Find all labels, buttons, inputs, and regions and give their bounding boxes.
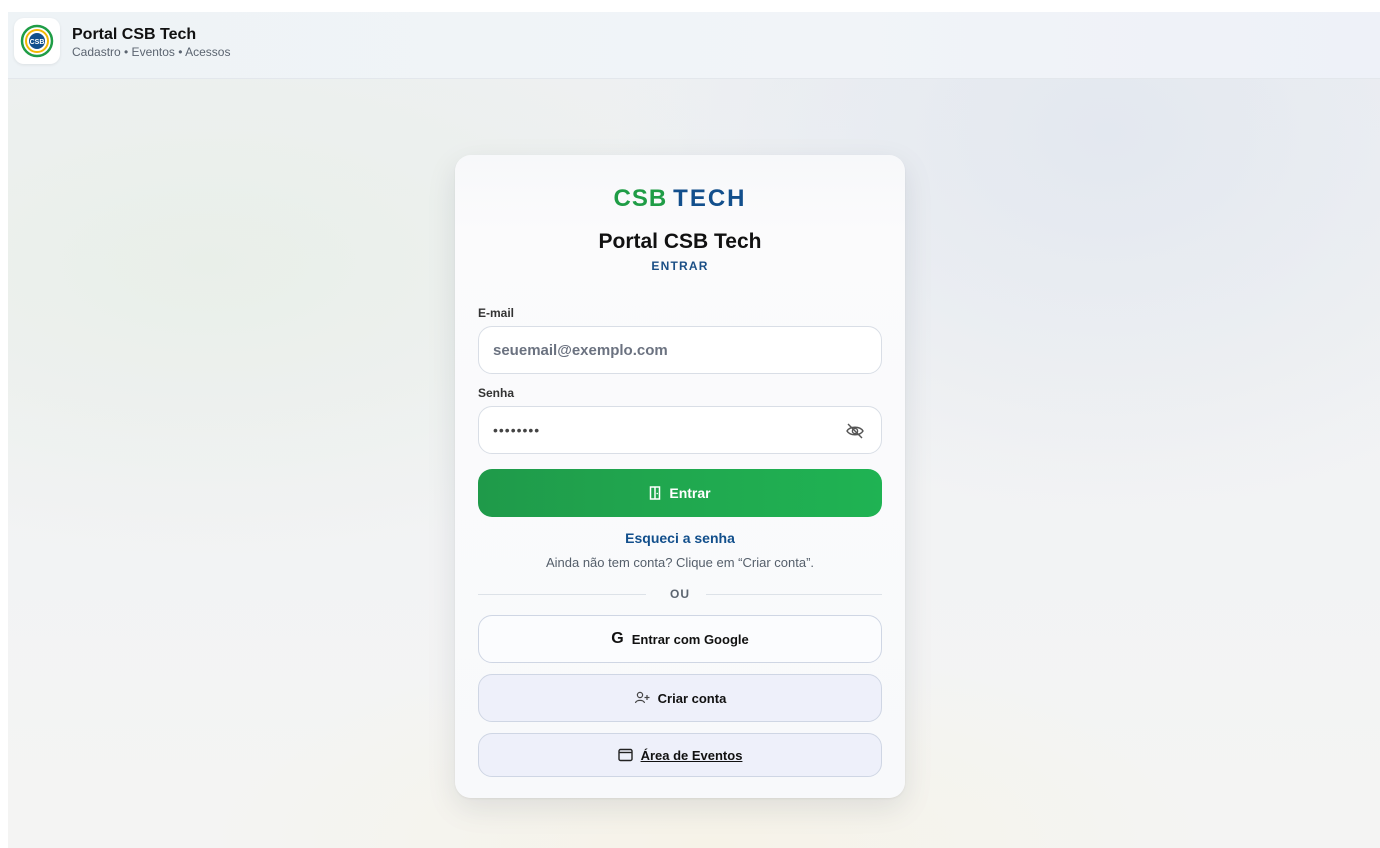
password-value: •••••••• (493, 422, 541, 438)
email-label: E-mail (478, 306, 515, 320)
app-logo[interactable]: CSB (14, 18, 60, 64)
email-field[interactable]: seuemail@exemplo.com (478, 326, 882, 374)
events-area-button[interactable]: Área de Eventos (478, 733, 882, 777)
or-divider: OU (478, 587, 882, 603)
app-subtitle: Cadastro • Eventos • Acessos (72, 45, 231, 59)
csb-logo-icon: CSB (20, 24, 54, 58)
card-mode-label: ENTRAR (651, 259, 709, 273)
card-title: Portal CSB Tech (598, 230, 762, 253)
create-account-button[interactable]: Criar conta (478, 674, 882, 722)
brand-logo: CSB TECH (455, 185, 905, 213)
app-header: CSB Portal CSB Tech Cadastro • Eventos •… (8, 12, 1380, 79)
app-title: Portal CSB Tech (72, 26, 197, 43)
brand-csb: CSB (613, 185, 668, 212)
create-account-label: Criar conta (657, 690, 727, 706)
logo-text: CSB (30, 39, 45, 46)
login-button[interactable]: Entrar (478, 469, 882, 517)
login-button-label: Entrar (669, 485, 711, 501)
google-button-label: Entrar com Google (631, 631, 749, 647)
divider-line-right (706, 594, 882, 595)
forgot-password-link[interactable]: Esqueci a senha (455, 530, 905, 546)
calendar-icon (617, 748, 633, 762)
password-label: Senha (478, 386, 515, 400)
signup-hint: Ainda não tem conta? Clique em “Criar co… (545, 555, 815, 570)
door-icon (650, 486, 661, 500)
brand-tech: TECH (673, 185, 747, 212)
google-icon: G (611, 630, 624, 647)
password-field[interactable]: •••••••• (478, 406, 882, 454)
email-placeholder: seuemail@exemplo.com (493, 341, 668, 359)
user-plus-icon (634, 691, 650, 704)
events-area-label: Área de Eventos (640, 747, 743, 763)
login-card: CSB TECH Portal CSB Tech ENTRAR E-mail se… (455, 155, 905, 798)
eye-off-icon[interactable] (845, 421, 865, 441)
google-login-button[interactable]: G Entrar com Google (478, 615, 882, 663)
